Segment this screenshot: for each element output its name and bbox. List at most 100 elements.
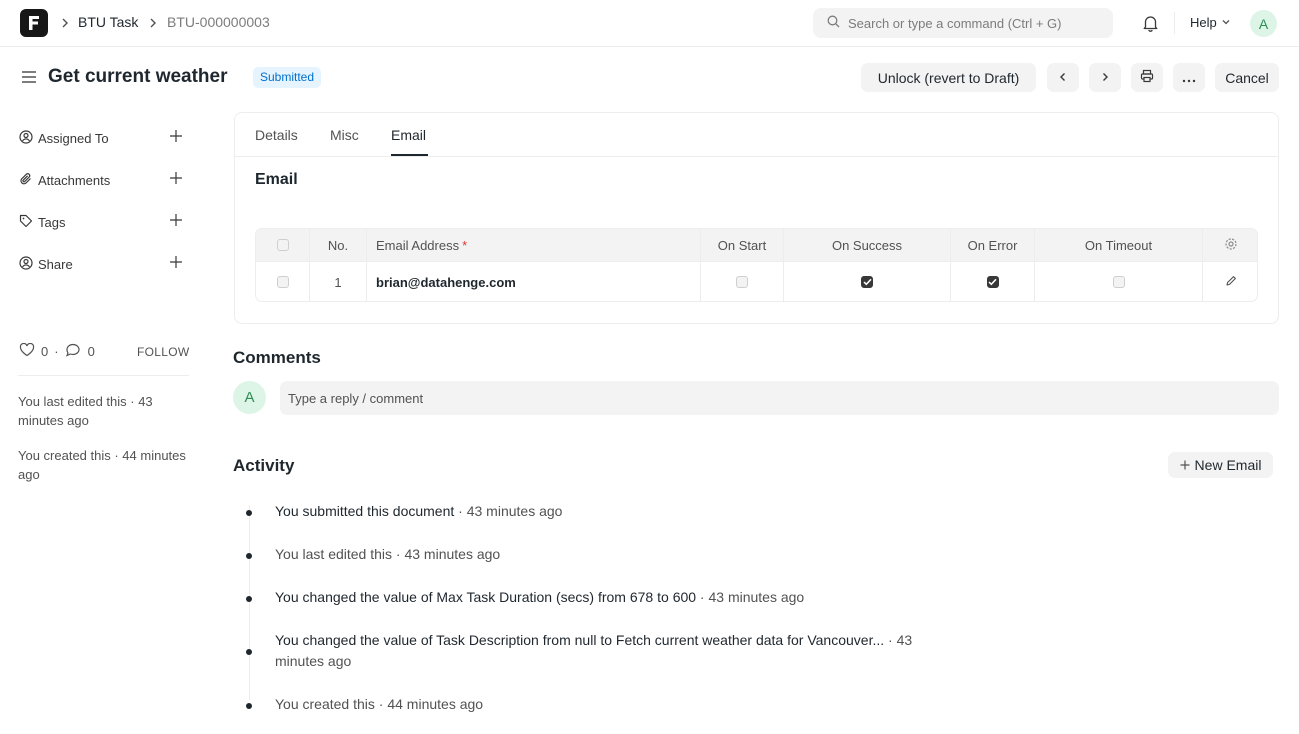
timeline-line [249,505,250,700]
bell-icon[interactable] [1142,14,1159,35]
unlock-button[interactable]: Unlock (revert to Draft) [861,63,1036,92]
activity-text: You submitted this document [275,503,455,519]
gear-icon[interactable] [1224,237,1238,254]
next-doc-button[interactable] [1089,63,1121,92]
active-tab-indicator [391,154,428,156]
likes-count: 0 [41,344,49,359]
add-share-plus-icon[interactable] [169,255,183,272]
activity-heading: Activity [233,456,295,475]
new-email-button[interactable]: New Email [1168,452,1273,478]
add-tag-plus-icon[interactable] [169,213,183,230]
activity-old-value: 678 [629,589,654,605]
timeline-dot [246,596,252,602]
sidebar-item-share[interactable]: Share [19,254,73,274]
col-on-success: On Success [784,229,951,261]
follow-button[interactable]: FOLLOW [137,345,189,359]
activity-time: · 43 minutes ago [454,503,563,519]
cancel-button[interactable]: Cancel [1215,63,1279,92]
row-on-timeout-cell [1035,262,1203,301]
select-all-checkbox[interactable] [276,239,289,251]
email-table: No. Email Address * On Start On Success O… [255,228,1258,302]
status-badge: Submitted [253,67,322,88]
share-user-icon [19,255,33,273]
sidebar-item-assigned-to[interactable]: Assigned To [19,128,109,148]
chevron-right-icon [1099,70,1111,86]
navbar-divider [1174,12,1175,34]
form-card: Details Misc Email Email No. Email Addre… [234,112,1279,324]
on-success-checkbox[interactable] [861,276,873,288]
activity-text: You changed the value of Max Task Durati… [275,589,630,605]
row-on-success-cell [784,262,951,301]
doc-stats: 0 · 0 [19,342,95,360]
timeline-dot [246,703,252,709]
activity-time: · 44 minutes ago [374,696,484,712]
table-row[interactable]: 1 brian@datahenge.com [256,262,1257,301]
search-bar[interactable] [813,8,1113,38]
sidebar-item-label: Assigned To [38,130,109,146]
app-logo-icon[interactable] [20,9,48,37]
comment-icon [65,343,81,360]
col-no: No. [310,229,367,261]
activity-item: You created this · 44 minutes ago [275,694,975,715]
on-timeout-checkbox[interactable] [1112,276,1125,288]
add-attachment-plus-icon[interactable] [169,171,183,188]
activity-item: You changed the value of Task Descriptio… [275,630,965,672]
on-error-checkbox[interactable] [986,276,999,288]
page-title: Get current weather [48,66,228,87]
sidebar-item-label: Share [38,256,73,272]
print-button[interactable] [1131,63,1163,92]
comment-avatar: A [233,381,266,414]
col-on-error: On Error [951,229,1035,261]
stats-separator: · [54,344,59,359]
activity-old-value: null [574,632,597,648]
section-title: Email [255,171,298,188]
activity-item: You changed the value of Max Task Durati… [275,587,975,608]
row-email[interactable]: brian@datahenge.com [367,262,701,301]
chevron-left-icon [1057,70,1069,86]
activity-new-value: 600 [672,589,697,605]
tab-details[interactable]: Details [255,127,298,143]
activity-new-value: Fetch current weather data for Vancouver… [615,632,885,648]
help-dropdown[interactable]: Help [1190,15,1231,30]
activity-time: · 43 minutes ago [696,589,805,605]
row-no: 1 [310,262,367,301]
comment-input[interactable] [280,381,1279,415]
breadcrumb-doctype[interactable]: BTU Task [78,14,138,30]
sidebar-toggle-icon[interactable] [20,68,38,89]
tab-misc[interactable]: Misc [330,127,359,143]
activity-text: to [596,632,616,648]
row-select-cell [256,262,310,301]
ellipsis-icon [1182,70,1196,86]
row-on-error-cell [951,262,1035,301]
activity-text: You created this [275,696,375,712]
col-on-timeout: On Timeout [1035,229,1203,261]
sidebar-item-tags[interactable]: Tags [19,212,65,232]
last-edited-note: You last edited this · 43 minutes ago [18,394,153,428]
new-email-label: New Email [1194,457,1262,473]
comments-heading: Comments [233,348,321,367]
breadcrumb-docname[interactable]: BTU-000000003 [167,14,270,30]
sidebar-divider [18,375,189,376]
sidebar-item-label: Attachments [38,172,111,188]
col-settings [1203,229,1257,261]
search-icon [827,15,840,31]
sidebar-item-attachments[interactable]: Attachments [19,170,110,190]
required-indicator: * [462,237,468,253]
tab-email[interactable]: Email [391,127,426,143]
sidebar-item-label: Tags [38,214,66,230]
help-label: Help [1190,15,1217,30]
previous-doc-button[interactable] [1047,63,1079,92]
user-avatar[interactable]: A [1250,10,1277,37]
navbar: BTU Task BTU-000000003 Help A [0,0,1299,47]
edit-pencil-icon[interactable] [1225,275,1237,290]
more-actions-button[interactable] [1173,63,1205,92]
on-start-checkbox[interactable] [736,276,748,288]
row-select-checkbox[interactable] [276,276,289,288]
add-assignee-plus-icon[interactable] [169,129,183,146]
search-input[interactable] [848,15,1108,31]
activity-time: · 43 minutes ago [392,546,501,562]
heart-icon[interactable] [19,342,35,360]
chevron-right-icon [148,15,158,34]
timeline-dot [246,649,252,655]
paperclip-icon [19,172,33,189]
